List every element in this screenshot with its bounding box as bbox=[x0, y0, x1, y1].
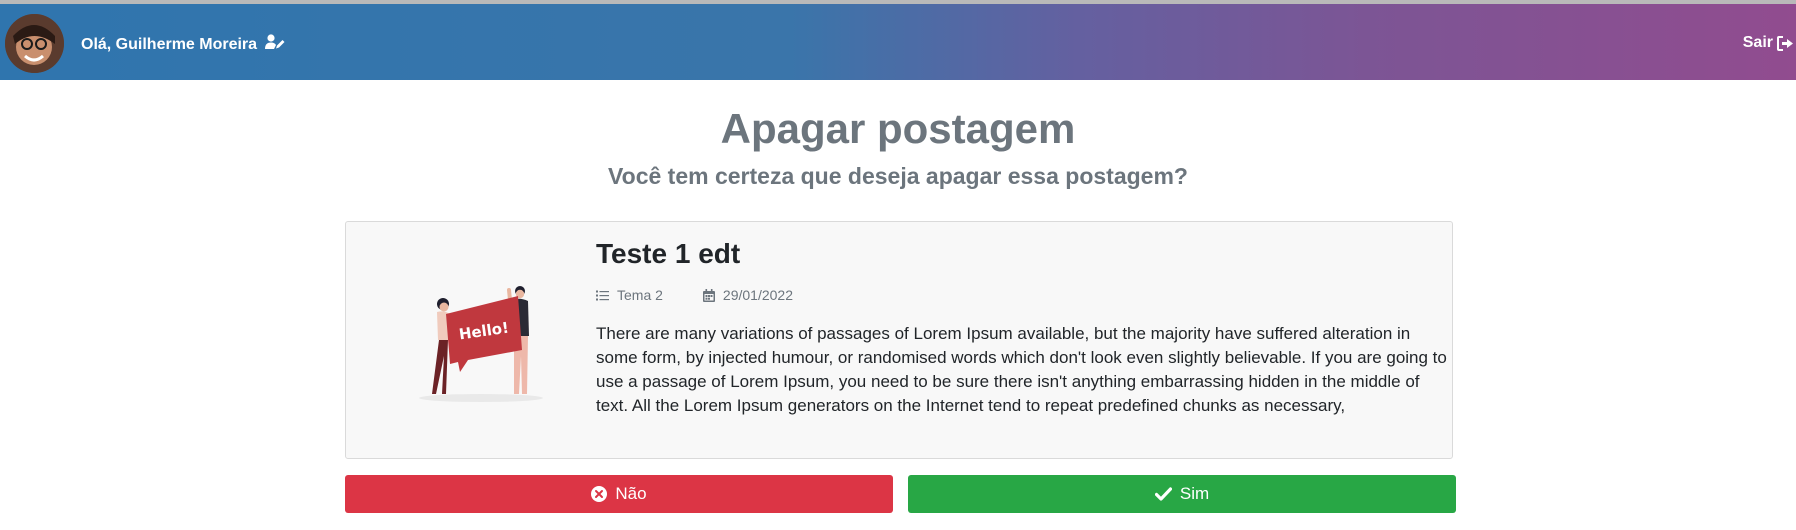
hello-illustration: Hello! bbox=[419, 286, 543, 402]
post-theme-label: Tema 2 bbox=[617, 287, 663, 303]
confirm-button-label: Sim bbox=[1179, 484, 1210, 503]
post-theme: Tema 2 bbox=[596, 287, 663, 303]
times-circle-icon bbox=[591, 486, 608, 502]
post-card: Hello! Teste 1 edt Tema 2 29/01/2022 The… bbox=[345, 221, 1453, 459]
avatar-photo bbox=[5, 14, 64, 73]
logout-link[interactable]: Sair bbox=[1743, 34, 1794, 52]
greeting: Olá, Guilherme Moreira bbox=[81, 34, 285, 55]
page-subtitle: Você tem certeza que deseja apagar essa … bbox=[608, 163, 1188, 189]
post-date-label: 29/01/2022 bbox=[722, 287, 793, 303]
post-title: Teste 1 edt bbox=[596, 238, 741, 269]
greeting-text: Olá, Guilherme Moreira bbox=[81, 35, 258, 53]
sign-out-icon bbox=[1777, 35, 1793, 51]
confirm-delete-button[interactable]: Sim bbox=[908, 475, 1456, 513]
top-navbar: Olá, Guilherme Moreira Sair bbox=[0, 4, 1796, 80]
post-meta: Tema 2 29/01/2022 bbox=[596, 287, 793, 303]
post-image: Hello! bbox=[416, 276, 546, 406]
avatar[interactable] bbox=[5, 14, 64, 73]
user-edit-icon[interactable] bbox=[265, 34, 285, 55]
calendar-icon bbox=[702, 288, 715, 302]
page-title: Apagar postagem bbox=[720, 105, 1076, 152]
post-date: 29/01/2022 bbox=[702, 287, 793, 303]
check-icon bbox=[1154, 487, 1172, 501]
cancel-button-label: Não bbox=[615, 484, 647, 503]
cancel-button[interactable]: Não bbox=[345, 475, 893, 513]
post-body: There are many variations of passages of… bbox=[596, 324, 1447, 415]
logout-label: Sair bbox=[1742, 34, 1773, 51]
list-icon bbox=[596, 290, 609, 300]
